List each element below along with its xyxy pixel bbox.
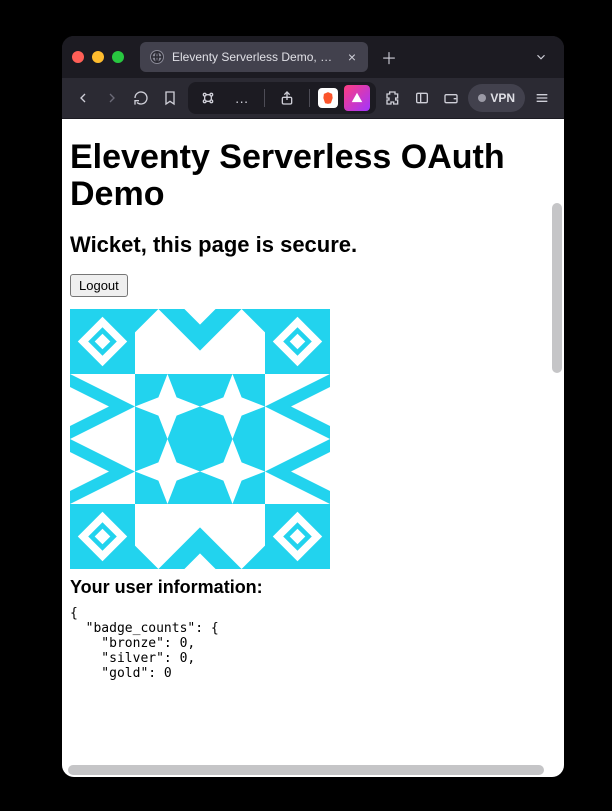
sidebar-toggle-button[interactable] bbox=[411, 84, 434, 112]
window-controls bbox=[72, 51, 124, 63]
toolbar: … VPN bbox=[62, 78, 564, 119]
vpn-label: VPN bbox=[490, 91, 515, 105]
tab-close-button[interactable]: × bbox=[344, 49, 360, 65]
more-tools-button[interactable]: … bbox=[228, 84, 256, 112]
brave-icon[interactable] bbox=[318, 88, 338, 108]
brave-shields-icon[interactable] bbox=[344, 85, 370, 111]
user-info-json: { "badge_counts": { "bronze": 0, "silver… bbox=[70, 606, 556, 681]
app-menu-button[interactable] bbox=[531, 84, 554, 112]
globe-icon bbox=[150, 50, 164, 64]
browser-window: Eleventy Serverless Demo, OA × ＋ … bbox=[62, 36, 564, 777]
viewport: Eleventy Serverless OAuth Demo Wicket, t… bbox=[62, 119, 564, 777]
page-content: Eleventy Serverless OAuth Demo Wicket, t… bbox=[62, 119, 564, 777]
maximize-window-button[interactable] bbox=[112, 51, 124, 63]
page-heading: Eleventy Serverless OAuth Demo bbox=[70, 139, 556, 214]
share-button[interactable] bbox=[273, 84, 301, 112]
horizontal-scrollbar[interactable] bbox=[68, 765, 544, 775]
avatar-identicon bbox=[70, 309, 330, 569]
vpn-button[interactable]: VPN bbox=[468, 84, 525, 112]
close-window-button[interactable] bbox=[72, 51, 84, 63]
back-button[interactable] bbox=[72, 84, 95, 112]
logout-button[interactable]: Logout bbox=[70, 274, 128, 297]
bookmark-button[interactable] bbox=[159, 84, 182, 112]
minimize-window-button[interactable] bbox=[92, 51, 104, 63]
vpn-status-dot bbox=[478, 94, 486, 102]
tab-title: Eleventy Serverless Demo, OA bbox=[172, 50, 336, 64]
new-tab-button[interactable]: ＋ bbox=[376, 44, 402, 70]
page-subheading: Wicket, this page is secure. bbox=[70, 232, 556, 258]
tab-bar: Eleventy Serverless Demo, OA × ＋ bbox=[62, 36, 564, 78]
forward-button[interactable] bbox=[101, 84, 124, 112]
divider bbox=[264, 89, 265, 107]
tabs-dropdown-button[interactable] bbox=[528, 44, 554, 70]
site-connection-icon[interactable] bbox=[194, 84, 222, 112]
url-tools-pill: … bbox=[188, 82, 376, 114]
user-info-heading: Your user information: bbox=[70, 577, 556, 598]
divider bbox=[309, 89, 310, 107]
browser-tab[interactable]: Eleventy Serverless Demo, OA × bbox=[140, 42, 368, 72]
wallet-button[interactable] bbox=[439, 84, 462, 112]
extensions-button[interactable] bbox=[382, 84, 405, 112]
vertical-scrollbar[interactable] bbox=[552, 203, 562, 373]
reload-button[interactable] bbox=[130, 84, 153, 112]
